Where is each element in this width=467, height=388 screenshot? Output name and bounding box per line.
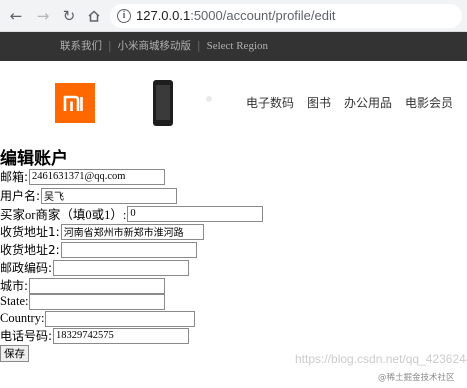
mobile-link[interactable]: 小米商城移动版 [118, 40, 192, 52]
site-topbar: 联系我们 | 小米商城移动版 | Select Region [0, 32, 467, 61]
address1-field[interactable] [60, 223, 204, 240]
state-label: State: [0, 294, 29, 308]
phone-field[interactable] [53, 327, 190, 344]
mi-logo[interactable] [55, 83, 95, 123]
phone-row: 电话号码: [0, 326, 190, 345]
state-field[interactable] [29, 293, 166, 310]
country-label: Country: [0, 311, 45, 325]
back-icon[interactable]: ← [6, 6, 26, 26]
address2-row: 收货地址2: [0, 240, 197, 259]
nav-item-books[interactable]: 图书 [307, 96, 331, 110]
separator: | [197, 40, 201, 52]
email-row: 邮箱: [0, 167, 166, 186]
main-nav: 电子数码 图书 办公用品 电影会员 [246, 94, 466, 111]
address1-label: 收货地址1: [0, 225, 60, 239]
postcode-field[interactable] [53, 259, 190, 276]
role-field[interactable] [127, 205, 264, 222]
address1-row: 收货地址1: [0, 222, 204, 241]
role-label: 买家or商家（填0或1）: [0, 208, 127, 222]
nav-item-office[interactable]: 办公用品 [344, 96, 392, 110]
phone-image[interactable] [153, 80, 173, 126]
info-icon[interactable]: i [117, 9, 131, 23]
email-field[interactable] [29, 168, 166, 185]
url-path: :5000/account/profile/edit [190, 8, 336, 23]
page-title: 编辑账户 [0, 149, 68, 169]
select-region-link[interactable]: Select Region [207, 40, 268, 52]
username-label: 用户名: [0, 189, 41, 203]
reload-icon[interactable]: ↻ [59, 6, 79, 26]
phone-label: 电话号码: [0, 329, 53, 343]
address2-field[interactable] [60, 241, 197, 258]
home-icon[interactable] [84, 6, 104, 26]
postcode-label: 邮政编码: [0, 261, 53, 275]
watermark-url: https://blog.csdn.net/qq_42362440 [295, 352, 467, 366]
address2-label: 收货地址2: [0, 243, 60, 257]
save-button[interactable]: 保存 [0, 345, 29, 362]
browser-toolbar: ← → ↻ i 127.0.0.1:5000/account/profile/e… [0, 0, 467, 32]
username-row: 用户名: [0, 186, 178, 205]
forward-icon[interactable]: → [33, 6, 53, 26]
contact-link[interactable]: 联系我们 [60, 40, 102, 52]
postcode-row: 邮政编码: [0, 258, 190, 277]
address-bar[interactable]: i 127.0.0.1:5000/account/profile/edit [110, 4, 462, 28]
email-label: 邮箱: [0, 170, 29, 184]
nav-item-electronics[interactable]: 电子数码 [246, 96, 294, 110]
role-row: 买家or商家（填0或1）: [0, 204, 264, 223]
decorative-dot [206, 96, 212, 102]
watermark-community: @稀土掘金技术社区 [378, 373, 455, 383]
nav-item-movie-membership[interactable]: 电影会员 [405, 96, 453, 110]
url-host: 127.0.0.1 [136, 8, 191, 23]
country-field[interactable] [45, 310, 196, 327]
separator: | [108, 40, 112, 52]
username-field[interactable] [41, 187, 178, 204]
